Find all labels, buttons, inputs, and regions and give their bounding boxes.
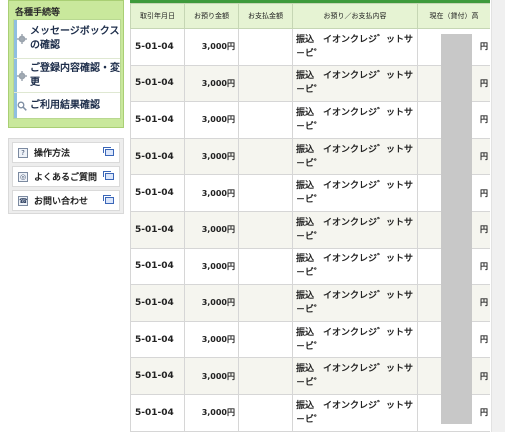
cell-description: 振込 イオンクレジ゛ットサ－ビ゜ (292, 393, 418, 432)
cell-deposit: 3,000円 (184, 64, 239, 103)
column-header-balance: 現在（貸付）高 (417, 3, 490, 29)
new-window-icon (103, 171, 114, 180)
cell-date: 5-01-04 (130, 64, 185, 103)
cell-description: 振込 イオンクレジ゛ットサ－ビ゜ (292, 247, 418, 286)
menu-item-label: ご利用結果確認 (30, 99, 100, 111)
table-row: 5-01-04 3,000円 振込 イオンクレジ゛ットサ－ビ゜円 (130, 101, 490, 139)
menu-item-usage-results[interactable]: ご利用結果確認 (14, 92, 120, 118)
gear-icon (17, 70, 27, 81)
cell-description: 振込 イオンクレジ゛ットサ－ビ゜ (292, 320, 418, 359)
transaction-table: 取引年月日 お預り金額 お支払金額 お預り／お支払内容 現在（貸付）高 5-01… (130, 3, 490, 432)
cell-deposit: 3,000円 (184, 28, 239, 66)
cell-description: 振込 イオンクレジ゛ットサ－ビ゜ (292, 64, 418, 103)
table-row: 5-01-04 3,000円 振込 イオンクレジ゛ットサ－ビ゜円 (130, 247, 490, 286)
redaction-block (441, 34, 472, 424)
column-header-payment: お支払金額 (238, 3, 293, 29)
new-window-icon (103, 195, 114, 204)
help-link-faq[interactable]: ◎ よくあるご質問 (12, 166, 120, 187)
table-row: 5-01-04 3,000円 振込 イオンクレジ゛ットサ－ビ゜円 (130, 28, 490, 66)
cell-deposit: 3,000円 (184, 284, 239, 322)
cell-payment (238, 393, 293, 432)
cell-description: 振込 イオンクレジ゛ットサ－ビ゜ (292, 137, 418, 176)
sidebar: 各種手続等 メッセージボックスの確認 ご登録内容確認・変更 ご利用結果確認 ? … (0, 0, 128, 432)
cell-description: 振込 イオンクレジ゛ットサ－ビ゜ (292, 174, 418, 212)
magnifier-icon (17, 101, 27, 111)
cell-deposit: 3,000円 (184, 137, 239, 176)
table-header-row: 取引年月日 お預り金額 お支払金額 お預り／お支払内容 現在（貸付）高 (130, 3, 490, 29)
cell-date: 5-01-04 (130, 101, 185, 139)
help-panel: ? 操作方法 ◎ よくあるご質問 ☎ お問い合わせ (8, 138, 124, 214)
cell-payment (238, 64, 293, 103)
table-row: 5-01-04 3,000円 振込 イオンクレジ゛ットサ－ビ゜円 (130, 393, 490, 432)
help-link-label: 操作方法 (34, 149, 71, 159)
table-row: 5-01-04 3,000円 振込 イオンクレジ゛ットサ－ビ゜円 (130, 210, 490, 249)
cell-description: 振込 イオンクレジ゛ットサ－ビ゜ (292, 28, 418, 66)
table-row: 5-01-04 3,000円 振込 イオンクレジ゛ットサ－ビ゜円 (130, 284, 490, 322)
cell-payment (238, 137, 293, 176)
help-link-label: お問い合わせ (34, 197, 89, 207)
procedures-title: 各種手続等 (15, 8, 61, 18)
cell-payment (238, 320, 293, 359)
cell-description: 振込 イオンクレジ゛ットサ－ビ゜ (292, 284, 418, 322)
cell-payment (238, 247, 293, 286)
table-row: 5-01-04 3,000円 振込 イオンクレジ゛ットサ－ビ゜円 (130, 64, 490, 103)
phone-icon: ☎ (18, 195, 28, 206)
menu-item-message-box[interactable]: メッセージボックスの確認 (14, 20, 120, 58)
menu-item-registration[interactable]: ご登録内容確認・変更 (14, 58, 120, 92)
cell-date: 5-01-04 (130, 284, 185, 322)
cell-date: 5-01-04 (130, 320, 185, 359)
question-icon: ? (18, 147, 28, 158)
cell-payment (238, 28, 293, 66)
cell-date: 5-01-04 (130, 28, 185, 66)
cell-description: 振込 イオンクレジ゛ットサ－ビ゜ (292, 101, 418, 139)
transaction-table-panel: 取引年月日 お預り金額 お支払金額 お預り／お支払内容 現在（貸付）高 5-01… (130, 0, 490, 432)
menu-item-label: メッセージボックスの確認 (30, 26, 120, 51)
cell-deposit: 3,000円 (184, 210, 239, 249)
cell-description: 振込 イオンクレジ゛ットサ－ビ゜ (292, 357, 418, 395)
cell-payment (238, 174, 293, 212)
table-row: 5-01-04 3,000円 振込 イオンクレジ゛ットサ－ビ゜円 (130, 174, 490, 212)
vertical-scrollbar[interactable] (491, 0, 505, 432)
cell-deposit: 3,000円 (184, 393, 239, 432)
cell-deposit: 3,000円 (184, 357, 239, 395)
cell-payment (238, 357, 293, 395)
menu-item-label: ご登録内容確認・変更 (30, 62, 120, 88)
cell-date: 5-01-04 (130, 174, 185, 212)
cell-payment (238, 284, 293, 322)
help-link-contact[interactable]: ☎ お問い合わせ (12, 190, 120, 211)
cell-date: 5-01-04 (130, 210, 185, 249)
cell-deposit: 3,000円 (184, 320, 239, 359)
cell-deposit: 3,000円 (184, 101, 239, 139)
column-header-date: 取引年月日 (130, 3, 185, 29)
help-link-howto[interactable]: ? 操作方法 (12, 142, 120, 163)
column-header-deposit: お預り金額 (184, 3, 239, 29)
cell-date: 5-01-04 (130, 393, 185, 432)
table-row: 5-01-04 3,000円 振込 イオンクレジ゛ットサ－ビ゜円 (130, 357, 490, 395)
cell-description: 振込 イオンクレジ゛ットサ－ビ゜ (292, 210, 418, 249)
cell-deposit: 3,000円 (184, 174, 239, 212)
gear-icon (17, 34, 27, 44)
cell-date: 5-01-04 (130, 247, 185, 286)
table-row: 5-01-04 3,000円 振込 イオンクレジ゛ットサ－ビ゜円 (130, 137, 490, 176)
cell-deposit: 3,000円 (184, 247, 239, 286)
column-header-description: お預り／お支払内容 (292, 3, 418, 29)
cell-date: 5-01-04 (130, 357, 185, 395)
procedures-panel: 各種手続等 メッセージボックスの確認 ご登録内容確認・変更 ご利用結果確認 (8, 0, 124, 128)
cell-date: 5-01-04 (130, 137, 185, 176)
new-window-icon (103, 147, 114, 156)
table-row: 5-01-04 3,000円 振込 イオンクレジ゛ットサ－ビ゜円 (130, 320, 490, 359)
help-link-label: よくあるご質問 (34, 173, 98, 183)
cell-payment (238, 210, 293, 249)
faq-icon: ◎ (18, 171, 28, 182)
cell-payment (238, 101, 293, 139)
procedures-menu: メッセージボックスの確認 ご登録内容確認・変更 ご利用結果確認 (13, 19, 121, 119)
